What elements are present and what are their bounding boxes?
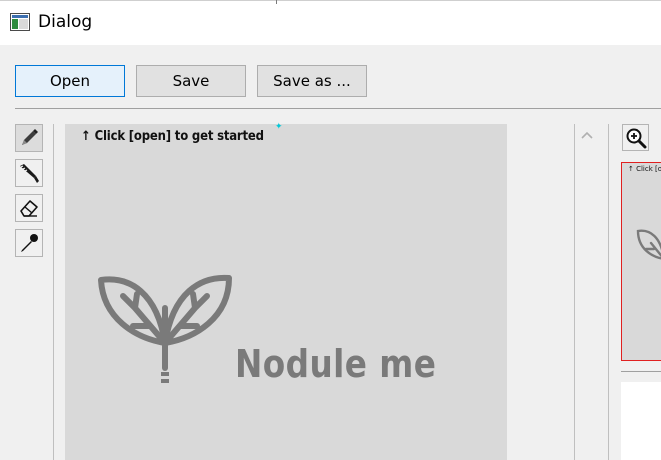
thumbnail-hint: ↑ Click [open — [628, 165, 661, 173]
scrollbar-track-right — [608, 124, 609, 460]
thumbnail-leaf-icon — [636, 229, 661, 260]
save-button[interactable]: Save — [136, 65, 246, 97]
title-bar-top-border — [0, 0, 661, 1]
window-title: Dialog — [38, 12, 93, 32]
preview-thumbnail[interactable]: ↑ Click [open — [621, 162, 661, 361]
tools-divider — [53, 124, 54, 460]
canvas-hint: ↑ Click [open] to get started — [81, 129, 264, 144]
eraser-icon — [20, 200, 38, 217]
scrollbar-track-left — [574, 124, 575, 460]
pen-icon — [22, 129, 38, 145]
brush-icon — [20, 164, 39, 183]
scroll-up-icon[interactable] — [580, 128, 594, 142]
zoom-in-button[interactable] — [622, 124, 649, 151]
eraser-tool-button[interactable] — [15, 194, 43, 222]
cursor-marker: ✦ — [275, 122, 283, 132]
toolbar-divider — [15, 108, 661, 109]
save-as-button[interactable]: Save as ... — [257, 65, 367, 97]
brand-name: Nodule me — [235, 342, 437, 386]
pen-tool-button[interactable] — [15, 124, 43, 152]
eyedropper-icon — [21, 234, 38, 252]
open-button[interactable]: Open — [15, 65, 125, 97]
app-icon — [10, 13, 30, 31]
zoom-in-icon — [626, 128, 646, 148]
title-bar-marker — [276, 0, 277, 4]
preview-info-panel — [621, 382, 661, 460]
canvas-hint-text: Click [open] to get started — [94, 129, 264, 144]
up-arrow-icon: ↑ — [81, 129, 91, 144]
preview-divider — [621, 371, 661, 372]
title-bar: Dialog — [0, 0, 661, 45]
leaf-logo-icon — [98, 274, 232, 383]
brush-tool-button[interactable] — [15, 159, 43, 187]
eyedropper-tool-button[interactable] — [15, 229, 43, 257]
